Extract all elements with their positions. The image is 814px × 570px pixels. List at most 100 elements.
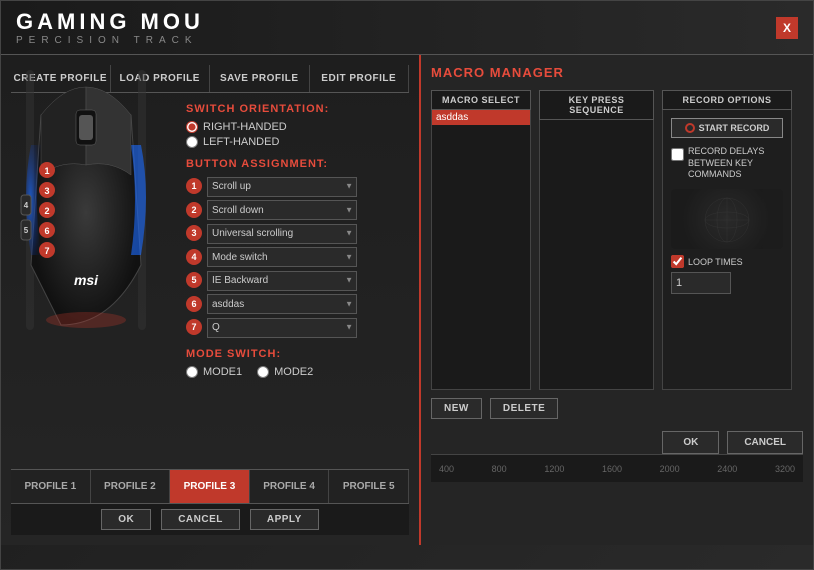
loop-section: LOOP TIMES 1 — [671, 255, 783, 294]
key-press-sequence-header: KEY PRESS SEQUENCE — [539, 90, 654, 120]
profile-tab-5[interactable]: PROFILE 5 — [329, 470, 409, 503]
button-select-6[interactable]: asddas — [207, 294, 357, 314]
loop-label-row: LOOP TIMES — [671, 255, 783, 268]
svg-text:4: 4 — [24, 201, 29, 210]
left-panel: CREATE PROFILE LOAD PROFILE SAVE PROFILE… — [1, 55, 421, 545]
macro-ok-cancel: OK CANCEL — [431, 431, 803, 454]
save-profile-button[interactable]: SAVE PROFILE — [210, 65, 310, 92]
button-select-3[interactable]: Universal scrolling — [207, 224, 357, 244]
macro-columns: MACRO SELECT asddas KEY PRESS SEQUENCE R… — [431, 90, 803, 390]
main-window: GAMING MOU PERCISION TRACK X CREATE PROF… — [0, 0, 814, 570]
button-number-3: 3 — [186, 225, 202, 241]
right-handed-option[interactable]: RIGHT-HANDED — [186, 121, 357, 133]
profile-tab-4[interactable]: PROFILE 4 — [250, 470, 330, 503]
record-delays-checkbox[interactable] — [671, 148, 684, 161]
macro-cancel-button[interactable]: CANCEL — [727, 431, 803, 454]
timeline-mark-2000: 2000 — [660, 464, 680, 474]
timeline-mark-1600: 1600 — [602, 464, 622, 474]
button-select-5[interactable]: IE Backward — [207, 271, 357, 291]
mode1-option[interactable]: MODE1 — [186, 366, 242, 378]
cancel-button[interactable]: CANCEL — [161, 509, 240, 530]
header: GAMING MOU PERCISION TRACK X — [1, 1, 813, 55]
macro-select-list[interactable]: asddas — [431, 110, 531, 390]
profile-bar: PROFILE 1 PROFILE 2 PROFILE 3 PROFILE 4 … — [11, 469, 409, 503]
delete-macro-button[interactable]: DELETE — [490, 398, 558, 419]
profile-tab-2[interactable]: PROFILE 2 — [91, 470, 171, 503]
new-macro-button[interactable]: NEW — [431, 398, 482, 419]
svg-text:msi: msi — [74, 272, 99, 288]
button-number-1: 1 — [186, 178, 202, 194]
edit-profile-button[interactable]: EDIT PROFILE — [310, 65, 410, 92]
macro-item-asddas[interactable]: asddas — [432, 110, 530, 125]
left-handed-option[interactable]: LEFT-HANDED — [186, 136, 357, 148]
button-select-4[interactable]: Mode switch — [207, 247, 357, 267]
mode-radio-group: MODE1 MODE2 — [186, 366, 357, 381]
macro-ok-button[interactable]: OK — [662, 431, 719, 454]
button-row-5: 5 IE Backward — [186, 270, 357, 291]
record-delays-label: RECORD DELAYS BETWEEN KEY COMMANDS — [688, 146, 783, 181]
close-button[interactable]: X — [776, 17, 798, 39]
button-row-7: 7 Q — [186, 317, 357, 338]
timeline-mark-2400: 2400 — [717, 464, 737, 474]
loop-times-checkbox[interactable] — [671, 255, 684, 268]
controls-area: SWITCH ORIENTATION: RIGHT-HANDED LEFT-HA… — [186, 103, 357, 459]
button-number-5: 5 — [186, 272, 202, 288]
button-assignment-section: BUTTON ASSIGNMENT: 1 Scroll up — [186, 158, 357, 338]
loop-times-input[interactable]: 1 — [671, 272, 731, 294]
switch-orientation-group: RIGHT-HANDED LEFT-HANDED — [186, 121, 357, 148]
svg-text:6: 6 — [44, 226, 49, 236]
start-record-button[interactable]: START RECORD — [671, 118, 783, 138]
button-select-wrapper-1: Scroll up — [207, 176, 357, 197]
apply-button[interactable]: APPLY — [250, 509, 319, 530]
timeline-marks: 400 800 1200 1600 2000 2400 3200 — [439, 464, 795, 474]
left-main: 1 3 2 6 7 — [11, 93, 409, 469]
content-area: CREATE PROFILE LOAD PROFILE SAVE PROFILE… — [1, 55, 813, 545]
button-number-4: 4 — [186, 249, 202, 265]
button-select-wrapper-4: Mode switch — [207, 247, 357, 268]
button-row-6: 6 asddas — [186, 294, 357, 315]
svg-text:2: 2 — [44, 206, 49, 216]
button-row-2: 2 Scroll down — [186, 200, 357, 221]
key-press-sequence-body — [539, 120, 654, 390]
left-handed-radio[interactable] — [186, 136, 198, 148]
record-options-column: RECORD OPTIONS START RECORD RECORD DELAY… — [662, 90, 792, 390]
button-number-7: 7 — [186, 319, 202, 335]
app-subtitle: PERCISION TRACK — [16, 35, 204, 46]
button-select-wrapper-2: Scroll down — [207, 200, 357, 221]
start-record-label: START RECORD — [699, 123, 770, 133]
bottom-actions: OK CANCEL APPLY — [11, 503, 409, 535]
button-select-2[interactable]: Scroll down — [207, 200, 357, 220]
button-select-1[interactable]: Scroll up — [207, 177, 357, 197]
right-handed-label: RIGHT-HANDED — [203, 121, 287, 133]
right-panel: MACRO MANAGER MACRO SELECT asddas KEY PR… — [421, 55, 813, 545]
button-number-2: 2 — [186, 202, 202, 218]
svg-text:1: 1 — [44, 166, 49, 176]
button-row-4: 4 Mode switch — [186, 247, 357, 268]
mode2-radio[interactable] — [257, 366, 269, 378]
button-select-7[interactable]: Q — [207, 318, 357, 338]
left-panel-inner: CREATE PROFILE LOAD PROFILE SAVE PROFILE… — [11, 65, 409, 535]
macro-select-column: MACRO SELECT asddas — [431, 90, 531, 390]
key-press-sequence-column: KEY PRESS SEQUENCE — [539, 90, 654, 390]
svg-text:7: 7 — [44, 246, 49, 256]
profile-tab-1[interactable]: PROFILE 1 — [11, 470, 91, 503]
macro-manager-title: MACRO MANAGER — [431, 65, 803, 80]
record-circle-icon — [685, 123, 695, 133]
svg-text:5: 5 — [24, 226, 29, 235]
button-select-wrapper-7: Q — [207, 317, 357, 338]
mode2-label: MODE2 — [274, 366, 313, 378]
globe-decoration — [671, 189, 783, 249]
button-number-6: 6 — [186, 296, 202, 312]
mode-switch-label: MODE SWITCH: — [186, 348, 357, 360]
timeline-mark-800: 800 — [492, 464, 507, 474]
right-handed-radio[interactable] — [186, 121, 198, 133]
mode1-radio[interactable] — [186, 366, 198, 378]
timeline-mark-3200: 3200 — [775, 464, 795, 474]
ok-button[interactable]: OK — [101, 509, 151, 530]
button-select-wrapper-6: asddas — [207, 294, 357, 315]
button-select-wrapper-3: Universal scrolling — [207, 223, 357, 244]
mode2-option[interactable]: MODE2 — [257, 366, 313, 378]
app-title: GAMING MOU — [16, 9, 204, 35]
button-assignment-label: BUTTON ASSIGNMENT: — [186, 158, 357, 170]
profile-tab-3[interactable]: PROFILE 3 — [170, 470, 250, 503]
